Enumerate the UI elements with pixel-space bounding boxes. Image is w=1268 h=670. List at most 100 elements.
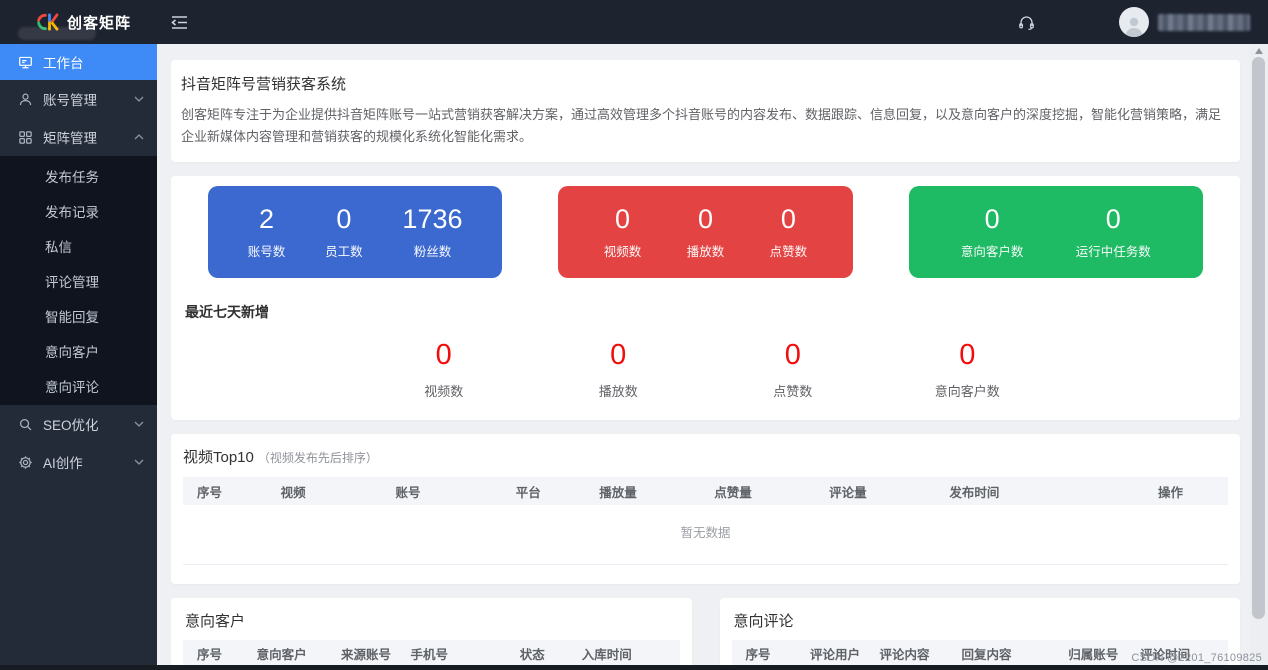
- sidebar-item-seo[interactable]: SEO优化: [0, 405, 157, 443]
- recent-metric-label: 点赞数: [706, 381, 881, 400]
- intent-customers-title: 意向客户: [185, 610, 680, 631]
- chevron-up-icon: [134, 134, 144, 140]
- scrollbar-thumb[interactable]: [1252, 57, 1265, 619]
- gear-icon: [18, 455, 33, 470]
- column-header-owner-account: 归属账号: [1054, 644, 1126, 663]
- table-divider: [183, 564, 1228, 565]
- metric-fans: 1736 粉丝数: [402, 204, 462, 260]
- metric-label: 意向客户数: [961, 241, 1024, 260]
- collapse-sidebar-icon: [171, 15, 188, 30]
- metric-employees: 0 员工数: [325, 204, 363, 260]
- sidebar-item-accounts[interactable]: 账号管理: [0, 80, 157, 118]
- column-header-source-account: 来源账号: [327, 644, 397, 663]
- column-header-plays: 播放量: [585, 482, 700, 501]
- metric-value: 0: [961, 204, 1024, 234]
- sidebar-submenu-matrix: 发布任务 发布记录 私信 评论管理 智能回复 意向客户 意向评论: [0, 156, 157, 405]
- sidebar-item-private-message[interactable]: 私信: [0, 228, 157, 263]
- page-title: 抖音矩阵号营销获客系统: [181, 73, 1230, 94]
- sidebar-item-comment-management[interactable]: 评论管理: [0, 263, 157, 298]
- monitor-icon: [18, 55, 33, 70]
- sidebar-item-matrix[interactable]: 矩阵管理: [0, 118, 157, 156]
- sidebar-item-intent-customers[interactable]: 意向客户: [0, 333, 157, 368]
- submenu-item-label: 发布任务: [45, 166, 99, 186]
- sidebar-item-workbench[interactable]: 工作台: [0, 44, 157, 80]
- metric-value: 0: [687, 204, 725, 234]
- user-icon: [18, 92, 33, 107]
- intent-comments-title: 意向评论: [734, 610, 1229, 631]
- column-header-comment-content: 评论内容: [866, 644, 948, 663]
- sidebar: 工作台 账号管理 矩阵管理 发布任务 发布记录 私信 评论管理: [0, 44, 157, 670]
- stats-card: 2 账号数 0 员工数 1736 粉丝数 0 视频数: [171, 176, 1240, 420]
- metric-label: 员工数: [325, 241, 363, 260]
- column-header-actions: 操作: [1113, 482, 1228, 501]
- column-header-video: 视频: [267, 482, 382, 501]
- sidebar-item-publish-record[interactable]: 发布记录: [0, 193, 157, 228]
- support-button[interactable]: [1018, 14, 1035, 31]
- submenu-item-label: 意向评论: [45, 376, 99, 396]
- username-blur-blob: [18, 27, 96, 40]
- recent-metric-plays: 0 播放数: [531, 338, 706, 400]
- chevron-down-icon: [134, 96, 144, 102]
- metric-label: 粉丝数: [402, 241, 462, 260]
- scrollbar[interactable]: [1250, 44, 1268, 670]
- metric-running-tasks: 0 运行中任务数: [1076, 204, 1151, 260]
- submenu-item-label: 私信: [45, 236, 72, 256]
- recent-section-title: 最近七天新增: [185, 302, 1228, 322]
- video-table-header: 序号 视频 账号 平台 播放量 点赞量 评论量 发布时间 操作: [183, 477, 1228, 505]
- column-header-account: 账号: [382, 482, 502, 501]
- metric-intent-customers: 0 意向客户数: [961, 204, 1024, 260]
- recent-metric-label: 播放数: [531, 381, 706, 400]
- sidebar-item-label: 矩阵管理: [43, 127, 97, 147]
- app-window: 创客矩阵: [0, 0, 1268, 670]
- sidebar-item-publish-task[interactable]: 发布任务: [0, 158, 157, 193]
- sidebar-item-label: 工作台: [43, 52, 84, 72]
- navbar-right: [1018, 7, 1268, 37]
- video-top10-title: 视频Top10: [183, 446, 254, 467]
- grid-icon: [18, 130, 33, 145]
- stats-row: 2 账号数 0 员工数 1736 粉丝数 0 视频数: [183, 186, 1228, 278]
- column-header-comment-user: 评论用户: [796, 644, 866, 663]
- video-top10-header: 视频Top10 （视频发布先后排序）: [183, 446, 1228, 467]
- recent-metric-videos: 0 视频数: [356, 338, 531, 400]
- column-header-index: 序号: [183, 644, 243, 663]
- metric-videos: 0 视频数: [604, 204, 642, 260]
- scroll-up-arrow[interactable]: [1255, 48, 1263, 54]
- sidebar-item-label: AI创作: [43, 452, 83, 472]
- avatar[interactable]: [1119, 7, 1149, 37]
- column-header-phone: 手机号: [396, 644, 505, 663]
- recent-metric-likes: 0 点赞数: [706, 338, 881, 400]
- metric-likes: 0 点赞数: [770, 204, 808, 260]
- sidebar-item-smart-reply[interactable]: 智能回复: [0, 298, 157, 333]
- redacted-username[interactable]: [1158, 14, 1250, 31]
- video-top10-subtitle: （视频发布先后排序）: [258, 449, 378, 466]
- window-bottom-edge: [0, 665, 1268, 670]
- main-content: 抖音矩阵号营销获客系统 创客矩阵专注于为企业提供抖音矩阵账号一站式营销获客解决方…: [157, 44, 1268, 670]
- column-header-comments: 评论量: [815, 482, 935, 501]
- chevron-down-icon: [134, 421, 144, 427]
- column-header-reply-content: 回复内容: [947, 644, 1054, 663]
- metric-label: 账号数: [248, 241, 286, 260]
- avatar-person-icon: [1122, 13, 1146, 37]
- metric-value: 0: [604, 204, 642, 234]
- stat-card-accounts: 2 账号数 0 员工数 1736 粉丝数: [208, 186, 502, 278]
- sidebar-item-ai-creation[interactable]: AI创作: [0, 443, 157, 481]
- stat-card-intent-tasks: 0 意向客户数 0 运行中任务数: [909, 186, 1203, 278]
- stat-card-videos: 0 视频数 0 播放数 0 点赞数: [558, 186, 852, 278]
- intro-card: 抖音矩阵号营销获客系统 创客矩阵专注于为企业提供抖音矩阵账号一站式营销获客解决方…: [171, 60, 1240, 162]
- intro-description: 创客矩阵专注于为企业提供抖音矩阵账号一站式营销获客解决方案，通过高效管理多个抖音…: [181, 104, 1230, 148]
- column-header-status: 状态: [506, 644, 568, 663]
- submenu-item-label: 评论管理: [45, 271, 99, 291]
- sidebar-item-intent-comments[interactable]: 意向评论: [0, 368, 157, 403]
- bottom-cards-row: 意向客户 序号 意向客户 来源账号 手机号 状态 入库时间 意向评论 序号 评论…: [171, 598, 1240, 670]
- headset-icon: [1018, 14, 1035, 31]
- metric-label: 运行中任务数: [1076, 241, 1151, 260]
- search-icon: [18, 417, 33, 432]
- watermark: CSDN @2201_76109825: [1131, 652, 1262, 664]
- collapse-sidebar-button[interactable]: [171, 15, 188, 30]
- metric-value: 0: [325, 204, 363, 234]
- sidebar-item-label: 账号管理: [43, 89, 97, 109]
- recent-metric-value: 0: [706, 338, 881, 372]
- intent-customers-table-header: 序号 意向客户 来源账号 手机号 状态 入库时间: [183, 640, 680, 666]
- metric-value: 2: [248, 204, 286, 234]
- column-header-entry-time: 入库时间: [568, 644, 680, 663]
